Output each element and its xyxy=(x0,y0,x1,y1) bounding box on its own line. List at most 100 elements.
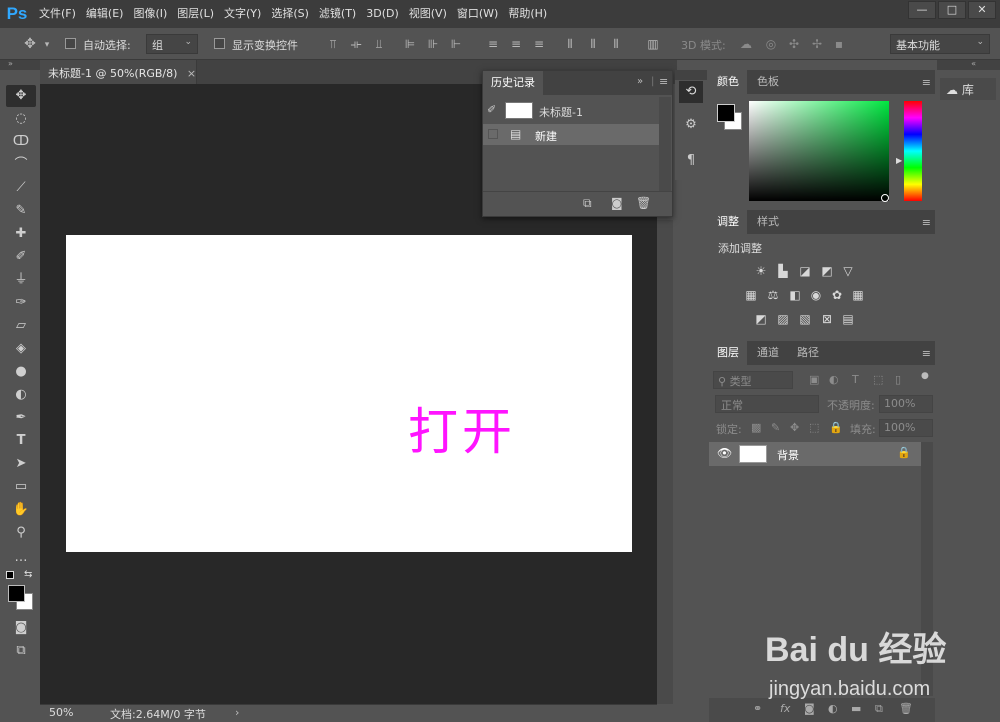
dodge-tool-icon[interactable]: ◐ xyxy=(6,384,36,406)
align-left-icon[interactable]: ⊫ xyxy=(403,37,417,51)
history-source-checkbox[interactable] xyxy=(488,129,498,139)
color-lookup-icon[interactable]: ▦ xyxy=(850,288,866,302)
color-picker-cursor[interactable] xyxy=(881,194,889,202)
pen-tool-icon[interactable]: ✒ xyxy=(6,407,36,429)
dock-collapse-strip[interactable] xyxy=(675,70,707,80)
menu-view[interactable]: 视图(V) xyxy=(404,0,452,28)
menu-help[interactable]: 帮助(H) xyxy=(503,0,552,28)
fg-color-chip[interactable] xyxy=(717,104,735,122)
type-tool-icon[interactable]: T xyxy=(6,430,36,452)
hue-slider-marker-icon[interactable]: ▶ xyxy=(896,156,902,165)
distribute-bottom-icon[interactable]: ≡ xyxy=(532,37,546,51)
invert-icon[interactable]: ◩ xyxy=(753,312,769,326)
curves-icon[interactable]: ◪ xyxy=(797,264,813,278)
filter-toggle-icon[interactable]: ● xyxy=(921,371,929,381)
workspace-dropdown[interactable]: 基本功能 ⌄ xyxy=(890,34,990,54)
filter-smart-object-icon[interactable]: ▯ xyxy=(895,373,901,386)
distribute-left-icon[interactable]: ⦀ xyxy=(563,37,577,51)
menu-select[interactable]: 选择(S) xyxy=(266,0,314,28)
history-scrollbar[interactable] xyxy=(659,97,671,191)
healing-brush-tool-icon[interactable]: ✚ xyxy=(6,223,36,245)
history-brush-source-icon[interactable]: ✐ xyxy=(487,103,496,116)
maximize-button[interactable]: □ xyxy=(938,1,966,19)
new-snapshot-icon[interactable]: ◙ xyxy=(611,196,623,210)
rectangle-tool-icon[interactable]: ▭ xyxy=(6,476,36,498)
black-white-icon[interactable]: ◧ xyxy=(787,288,803,302)
panel-menu-icon[interactable]: ≡ xyxy=(922,76,931,89)
paragraph-panel-icon[interactable]: ¶ xyxy=(679,150,703,172)
tab-channels[interactable]: 通道 xyxy=(749,341,787,365)
swap-colors-icon[interactable]: ⇆ xyxy=(24,569,32,580)
layer-filter-dropdown[interactable]: ⚲ 类型 xyxy=(713,371,793,389)
distribute-right-icon[interactable]: ⦀ xyxy=(609,37,623,51)
blur-tool-icon[interactable]: ● xyxy=(6,361,36,383)
auto-select-checkbox[interactable] xyxy=(65,38,76,49)
marquee-tool-icon[interactable]: ◌ xyxy=(6,108,36,130)
menu-3d[interactable]: 3D(D) xyxy=(361,0,404,28)
3d-rotate-icon[interactable]: ☁ xyxy=(739,37,753,51)
default-colors-icon[interactable] xyxy=(6,571,14,579)
move-tool-icon[interactable]: ✥ xyxy=(22,37,38,51)
clone-stamp-tool-icon[interactable]: ⏚ xyxy=(6,269,36,291)
close-tab-icon[interactable]: × xyxy=(187,67,196,80)
more-tools-icon[interactable]: … xyxy=(6,547,36,569)
filter-shape-icon[interactable]: ⬚ xyxy=(873,373,883,386)
levels-icon[interactable]: ▙ xyxy=(775,264,791,278)
lock-transparent-icon[interactable]: ▩ xyxy=(751,421,761,434)
filter-pixel-icon[interactable]: ▣ xyxy=(809,373,819,386)
panel-menu-icon[interactable]: ≡ xyxy=(922,216,931,229)
screen-mode-icon[interactable]: ⧉ xyxy=(6,640,36,662)
document-tab[interactable]: 未标题-1 @ 50%(RGB/8) × xyxy=(40,60,197,84)
align-bottom-icon[interactable]: ⫫ xyxy=(372,37,386,51)
vibrance-icon[interactable]: ▽ xyxy=(840,264,856,278)
status-menu-chevron-icon[interactable]: › xyxy=(235,706,239,719)
vertical-scrollbar[interactable] xyxy=(657,220,673,704)
menu-filter[interactable]: 滤镜(T) xyxy=(314,0,361,28)
tab-paths[interactable]: 路径 xyxy=(789,341,827,365)
crop-tool-icon[interactable]: ⟋ xyxy=(6,177,36,199)
lock-image-icon[interactable]: ✎ xyxy=(771,421,780,434)
distribute-top-icon[interactable]: ≡ xyxy=(486,37,500,51)
history-brush-tool-icon[interactable]: ✑ xyxy=(6,292,36,314)
path-select-tool-icon[interactable]: ➤ xyxy=(6,453,36,475)
blend-mode-dropdown[interactable]: 正常 xyxy=(715,395,819,413)
selective-color-icon[interactable]: ⊠ xyxy=(819,312,835,326)
distribute-vcenter-icon[interactable]: ≡ xyxy=(509,37,523,51)
history-state-row[interactable]: ▤ 新建 xyxy=(483,124,659,145)
layer-row-background[interactable]: 👁 背景 🔒 xyxy=(709,442,921,466)
library-button[interactable]: ☁ 库 xyxy=(940,78,996,100)
library-collapse-strip[interactable]: « xyxy=(937,59,1000,70)
foreground-color-swatch[interactable] xyxy=(8,585,25,602)
panel-menu-icon[interactable]: ≡ xyxy=(922,347,931,360)
menu-image[interactable]: 图像(I) xyxy=(128,0,172,28)
menu-window[interactable]: 窗口(W) xyxy=(452,0,503,28)
new-document-from-state-icon[interactable]: ⧉ xyxy=(583,196,592,211)
history-snapshot-row[interactable]: ✐ 未标题-1 xyxy=(483,99,659,123)
filter-type-icon[interactable]: T xyxy=(852,373,859,386)
auto-select-dropdown[interactable]: 组 ⌄ xyxy=(146,34,198,54)
align-vcenter-icon[interactable]: ⟛ xyxy=(349,37,363,51)
eye-icon[interactable]: 👁 xyxy=(717,446,732,460)
quick-mask-icon[interactable]: ◙ xyxy=(6,617,36,639)
auto-align-icon[interactable]: ▥ xyxy=(646,37,660,51)
lock-all-icon[interactable]: 🔒 xyxy=(829,421,843,434)
align-top-icon[interactable]: ⫪ xyxy=(326,37,340,51)
properties-panel-icon[interactable]: ⚙ xyxy=(679,114,703,136)
brush-tool-icon[interactable]: ✐ xyxy=(6,246,36,268)
gradient-map-icon[interactable]: ▤ xyxy=(840,312,856,326)
menu-edit[interactable]: 编辑(E) xyxy=(81,0,129,28)
3d-scale-icon[interactable]: ▪ xyxy=(832,37,846,51)
hue-slider[interactable] xyxy=(904,101,922,201)
tab-layers[interactable]: 图层 xyxy=(709,341,747,365)
lock-position-icon[interactable]: ✥ xyxy=(790,421,799,434)
align-hcenter-icon[interactable]: ⊪ xyxy=(426,37,440,51)
close-button[interactable]: ✕ xyxy=(968,1,996,19)
hand-tool-icon[interactable]: ✋ xyxy=(6,499,36,521)
history-panel-icon[interactable]: ⟲ xyxy=(679,81,703,103)
tab-swatches[interactable]: 色板 xyxy=(749,70,787,94)
brightness-contrast-icon[interactable]: ☀ xyxy=(753,264,769,278)
eyedropper-tool-icon[interactable]: ✎ xyxy=(6,200,36,222)
photo-filter-icon[interactable]: ◉ xyxy=(808,288,824,302)
color-balance-icon[interactable]: ⚖ xyxy=(765,288,781,302)
lock-artboard-icon[interactable]: ⬚ xyxy=(809,421,819,434)
